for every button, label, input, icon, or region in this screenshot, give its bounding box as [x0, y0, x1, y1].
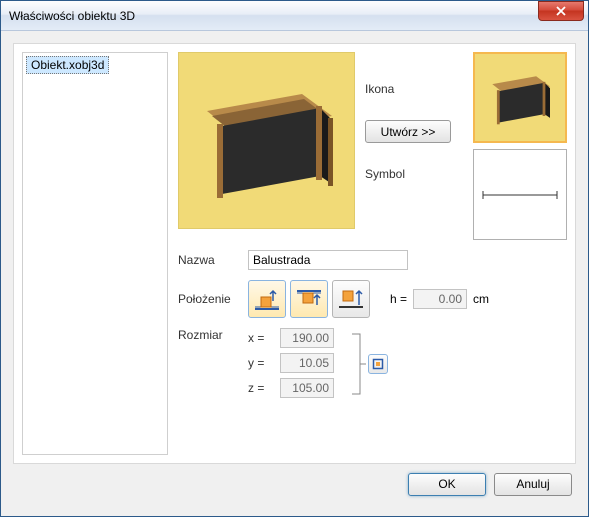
z-field[interactable]	[280, 378, 334, 398]
position-row: Położenie	[178, 280, 567, 318]
position-bottom-button[interactable]	[248, 280, 286, 318]
name-row: Nazwa	[178, 250, 567, 270]
lock-column	[350, 328, 388, 400]
list-item[interactable]: Obiekt.xobj3d	[26, 56, 109, 74]
form-area: Ikona Utwórz >> Symbol	[178, 52, 567, 455]
z-label: z =	[248, 381, 274, 395]
size-fields: x = y = z =	[248, 328, 334, 398]
x-label: x =	[248, 331, 274, 345]
window-title: Właściwości obiektu 3D	[9, 9, 538, 23]
symbol-label: Symbol	[365, 167, 463, 181]
preview-large	[178, 52, 355, 229]
position-bottom-icon	[253, 285, 281, 313]
position-center-button[interactable]	[332, 280, 370, 318]
thumbnail-column	[473, 52, 567, 240]
position-top-button[interactable]	[290, 280, 328, 318]
position-label: Położenie	[178, 292, 238, 306]
icon-label: Ikona	[365, 82, 463, 96]
close-icon	[556, 6, 566, 16]
position-top-icon	[295, 285, 323, 313]
object-list[interactable]: Obiekt.xobj3d	[22, 52, 168, 455]
icon-thumbnail[interactable]	[473, 52, 567, 143]
lock-aspect-button[interactable]	[368, 354, 388, 374]
preview-row: Ikona Utwórz >> Symbol	[178, 52, 567, 240]
size-row: Rozmiar x = y = z =	[178, 328, 567, 400]
balustrade-icon	[192, 76, 342, 206]
dialog-footer: OK Anuluj	[13, 464, 576, 504]
symbol-line-icon	[481, 187, 559, 203]
content-area: Obiekt.xobj3d	[1, 31, 588, 516]
titlebar[interactable]: Właściwości obiektu 3D	[1, 1, 588, 31]
balustrade-thumb-icon	[485, 68, 555, 128]
h-field[interactable]	[413, 289, 467, 309]
lock-aspect-icon	[372, 358, 384, 370]
dialog-window: Właściwości obiektu 3D Obiekt.xobj3d	[0, 0, 589, 517]
bracket-icon	[350, 328, 368, 400]
position-center-icon	[337, 285, 365, 313]
position-buttons	[248, 280, 370, 318]
size-label: Rozmiar	[178, 328, 238, 342]
name-field[interactable]	[248, 250, 408, 270]
x-field[interactable]	[280, 328, 334, 348]
main-panel: Obiekt.xobj3d	[13, 43, 576, 464]
y-field[interactable]	[280, 353, 334, 373]
h-unit: cm	[473, 292, 489, 306]
preview-labels: Ikona Utwórz >> Symbol	[365, 52, 463, 240]
cancel-button[interactable]: Anuluj	[494, 473, 572, 496]
create-button[interactable]: Utwórz >>	[365, 120, 451, 143]
symbol-thumbnail[interactable]	[473, 149, 567, 240]
name-label: Nazwa	[178, 253, 238, 267]
h-label: h =	[390, 292, 407, 306]
ok-button[interactable]: OK	[408, 473, 486, 496]
height-block: h = cm	[390, 289, 489, 309]
close-button[interactable]	[538, 1, 584, 21]
y-label: y =	[248, 356, 274, 370]
